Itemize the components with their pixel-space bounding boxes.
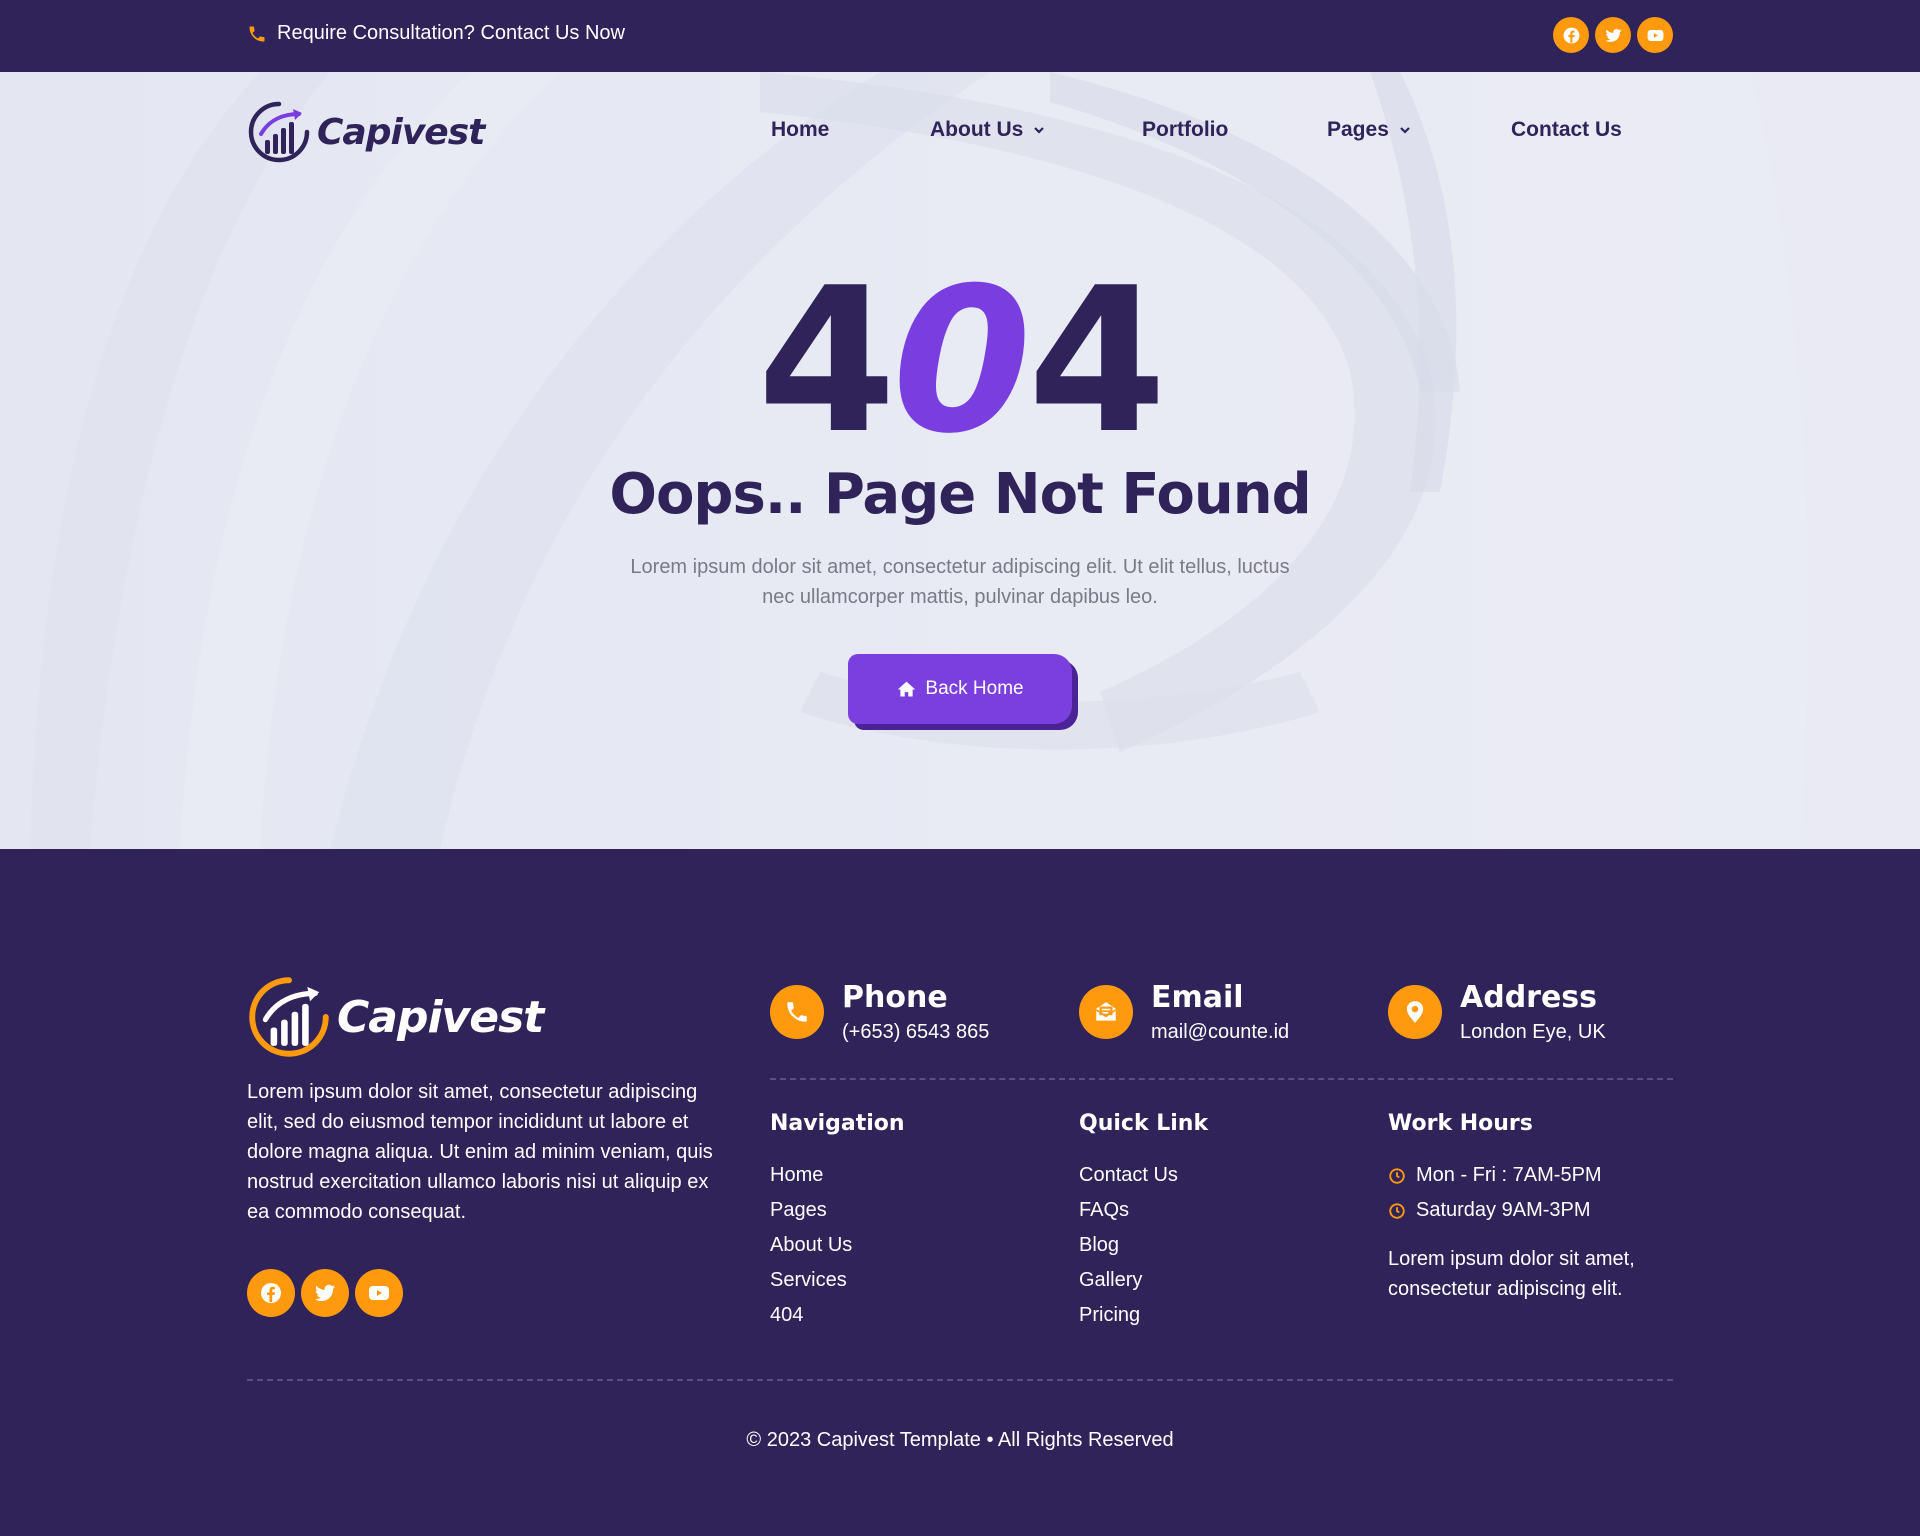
capivest-logo-icon bbox=[248, 101, 310, 163]
facebook-button[interactable] bbox=[1553, 17, 1589, 53]
nav-pages[interactable]: Pages bbox=[1327, 118, 1411, 142]
capivest-logo-icon bbox=[249, 977, 329, 1057]
top-bar: Require Consultation? Contact Us Now bbox=[0, 0, 1920, 72]
quick-link[interactable]: FAQs bbox=[1079, 1193, 1208, 1228]
work-hours-row: Saturday 9AM-3PM bbox=[1388, 1193, 1688, 1228]
contact-phone-value[interactable]: (+653) 6543 865 bbox=[842, 1017, 989, 1047]
phone-icon-badge bbox=[770, 985, 824, 1039]
error-code-left: 4 bbox=[757, 245, 896, 478]
footer-nav-link[interactable]: About Us bbox=[770, 1228, 905, 1263]
footer-nav-link[interactable]: 404 bbox=[770, 1298, 905, 1333]
footer-quick-link: Quick Link Contact Us FAQs Blog Gallery … bbox=[1079, 1111, 1208, 1333]
home-icon bbox=[898, 681, 916, 696]
contact-email-title: Email bbox=[1151, 980, 1244, 1015]
header-logo[interactable]: Capivest bbox=[247, 100, 485, 164]
work-hours-note: Lorem ipsum dolor sit amet, consectetur … bbox=[1388, 1248, 1635, 1300]
contact-email-value[interactable]: mail@counte.id bbox=[1151, 1017, 1289, 1047]
copyright: © 2023 Capivest Template • All Rights Re… bbox=[746, 1429, 1174, 1451]
quick-link-heading: Quick Link bbox=[1079, 1111, 1209, 1136]
navigation-heading: Navigation bbox=[770, 1111, 905, 1136]
back-home-wrapper: Back Home bbox=[848, 654, 1078, 730]
footer: Capivest Lorem ipsum dolor sit amet, con… bbox=[0, 849, 1920, 1536]
contact-email: Email mail@counte.id bbox=[1079, 981, 1289, 1047]
chevron-down-icon bbox=[1400, 127, 1410, 134]
contact-phone: Phone (+653) 6543 865 bbox=[770, 981, 989, 1047]
nav-portfolio[interactable]: Portfolio bbox=[1142, 118, 1228, 142]
hero-section: Capivest Home About Us Portfolio Pages C… bbox=[0, 72, 1920, 849]
consultation-text: Require Consultation? Contact Us Now bbox=[277, 22, 625, 44]
work-hours-saturday: Saturday 9AM-3PM bbox=[1416, 1199, 1591, 1221]
phone-icon bbox=[787, 1002, 807, 1022]
quick-link[interactable]: Blog bbox=[1079, 1228, 1208, 1263]
nav-home[interactable]: Home bbox=[771, 118, 829, 142]
twitter-button[interactable] bbox=[301, 1269, 349, 1317]
clock-icon bbox=[1389, 1167, 1405, 1184]
work-hours-weekdays: Mon - Fri : 7AM-5PM bbox=[1416, 1164, 1602, 1186]
footer-divider bbox=[770, 1078, 1673, 1080]
nav-portfolio-label: Portfolio bbox=[1142, 118, 1229, 141]
facebook-icon bbox=[261, 1283, 281, 1303]
error-code-right: 4 bbox=[1027, 245, 1167, 478]
nav-contact-us-label: Contact Us bbox=[1511, 118, 1622, 141]
youtube-button[interactable] bbox=[1637, 17, 1673, 53]
quick-link[interactable]: Pricing bbox=[1079, 1298, 1208, 1333]
facebook-icon bbox=[1563, 27, 1579, 43]
quick-link[interactable]: Contact Us bbox=[1079, 1158, 1208, 1193]
error-code-mid: 0 bbox=[892, 245, 1031, 478]
map-pin-icon bbox=[1406, 1001, 1424, 1023]
facebook-button[interactable] bbox=[247, 1269, 295, 1317]
quick-link[interactable]: Gallery bbox=[1079, 1263, 1208, 1298]
error-description: Lorem ipsum dolor sit amet, consectetur … bbox=[630, 556, 1290, 608]
error-title: Oops.. Page Not Found bbox=[609, 462, 1311, 527]
nav-home-label: Home bbox=[771, 118, 830, 141]
brand-name: Capivest bbox=[317, 111, 485, 153]
work-hours-heading: Work Hours bbox=[1388, 1111, 1533, 1136]
footer-nav-link[interactable]: Pages bbox=[770, 1193, 905, 1228]
youtube-button[interactable] bbox=[355, 1269, 403, 1317]
nav-contact-us[interactable]: Contact Us bbox=[1511, 118, 1622, 142]
mail-icon bbox=[1095, 1002, 1117, 1021]
mail-icon-badge bbox=[1079, 985, 1133, 1039]
footer-brand-name: Capivest bbox=[337, 991, 544, 1043]
contact-address-title: Address bbox=[1460, 980, 1598, 1015]
footer-navigation: Navigation Home Pages About Us Services … bbox=[770, 1111, 905, 1333]
youtube-icon bbox=[369, 1286, 389, 1300]
footer-about: Lorem ipsum dolor sit amet, consectetur … bbox=[247, 1081, 713, 1223]
youtube-icon bbox=[1647, 29, 1663, 41]
contact-address-value: London Eye, UK bbox=[1460, 1021, 1606, 1043]
error-code: 404 bbox=[0, 252, 1920, 472]
footer-bottom-divider bbox=[247, 1379, 1673, 1381]
footer-socials bbox=[247, 1269, 403, 1317]
phone-icon bbox=[249, 26, 265, 41]
twitter-button[interactable] bbox=[1595, 17, 1631, 53]
nav-about-us[interactable]: About Us bbox=[930, 118, 1045, 142]
back-home-button[interactable]: Back Home bbox=[848, 654, 1072, 724]
footer-nav-link[interactable]: Home bbox=[770, 1158, 905, 1193]
twitter-icon bbox=[315, 1284, 335, 1302]
contact-address: Address London Eye, UK bbox=[1388, 981, 1606, 1047]
work-hours-row: Mon - Fri : 7AM-5PM bbox=[1388, 1158, 1688, 1193]
back-home-label: Back Home bbox=[925, 678, 1024, 699]
chevron-down-icon bbox=[1034, 127, 1045, 134]
clock-icon bbox=[1389, 1202, 1405, 1219]
contact-phone-title: Phone bbox=[842, 980, 948, 1015]
twitter-icon bbox=[1605, 28, 1621, 42]
map-pin-icon-badge bbox=[1388, 985, 1442, 1039]
footer-logo[interactable]: Capivest bbox=[247, 975, 544, 1059]
footer-work-hours: Work Hours Mon - Fri : 7AM-5PM Saturday … bbox=[1388, 1111, 1688, 1304]
footer-nav-link[interactable]: Services bbox=[770, 1263, 905, 1298]
top-socials bbox=[1553, 17, 1673, 53]
nav-pages-label: Pages bbox=[1327, 118, 1389, 141]
nav-about-us-label: About Us bbox=[930, 118, 1024, 141]
consultation-link[interactable]: Require Consultation? Contact Us Now bbox=[247, 22, 625, 45]
